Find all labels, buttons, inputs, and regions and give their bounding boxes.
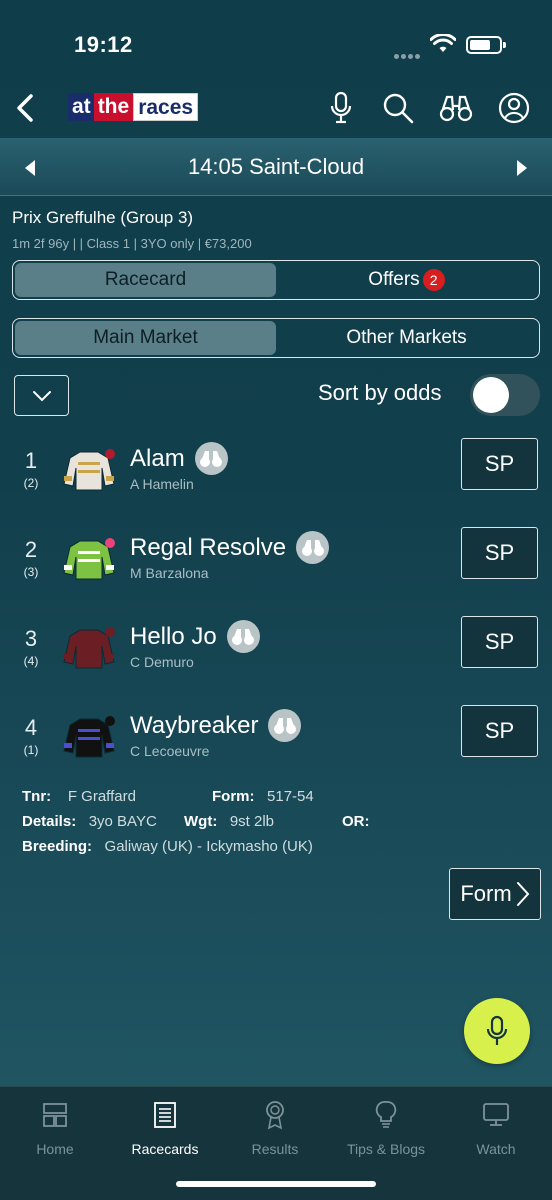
search-icon[interactable] [378, 88, 418, 128]
weight-row: Wgt: 9st 2lb [184, 813, 275, 830]
nav-racecards[interactable]: Racecards [110, 1099, 220, 1157]
odds-button[interactable]: SP [461, 616, 538, 668]
jockey-silk-icon [60, 711, 118, 761]
results-icon [220, 1099, 330, 1131]
tab-other-markets[interactable]: Other Markets [276, 321, 537, 355]
tv-icon [441, 1099, 551, 1131]
nav-watch[interactable]: Watch [441, 1099, 551, 1157]
jockey-name: M Barzalona [130, 565, 209, 581]
account-icon[interactable] [494, 88, 534, 128]
details-row: Details: 3yo BAYC [22, 813, 157, 830]
triangle-right-icon [517, 160, 527, 176]
runner-row[interactable]: 3 (4) Hello Jo C Demuro SP [0, 616, 552, 704]
binoculars-icon[interactable] [436, 88, 476, 128]
nav-results[interactable]: Results [220, 1099, 330, 1157]
trainer-row: Tnr: F Graffard [22, 788, 136, 805]
cellular-signal-icon [394, 46, 422, 64]
runner-number: 3 [24, 626, 38, 651]
runner-number: 1 [24, 448, 38, 473]
weight-value: 9st 2lb [229, 813, 275, 830]
race-selector-title[interactable]: 14:05 Saint-Cloud [0, 154, 552, 180]
or-row: OR: [342, 813, 370, 830]
details-value: 3yo BAYC [88, 813, 157, 830]
breeding-value: Galiway (UK) - Ickymasho (UK) [104, 838, 313, 855]
wifi-icon [429, 33, 457, 59]
jockey-name: C Lecoeuvre [130, 743, 210, 759]
runner-draw: (4) [23, 654, 39, 668]
jockey-name: C Demuro [130, 654, 194, 670]
back-button[interactable] [10, 92, 40, 124]
tab-racecard[interactable]: Racecard [15, 263, 276, 297]
battery-icon [466, 36, 506, 54]
sort-by-odds-toggle[interactable] [470, 374, 540, 416]
runner-draw: (1) [23, 743, 39, 757]
microphone-icon[interactable] [321, 88, 361, 128]
race-meta: 1m 2f 96y | | Class 1 | 3YO only | €73,2… [12, 236, 252, 251]
jockey-silk-icon [60, 533, 118, 583]
tab-offers[interactable]: Offers 2 [276, 263, 537, 297]
binoculars-icon[interactable] [268, 709, 302, 742]
horse-name[interactable]: Waybreaker [130, 712, 258, 740]
runner-row[interactable]: 1 (2) Alam A Hamelin SP [0, 438, 552, 526]
market-segmented-control: Main Market Other Markets [12, 318, 540, 358]
race-name: Prix Greffulhe (Group 3) [12, 208, 194, 227]
app-logo[interactable]: at the races [68, 93, 199, 121]
binoculars-icon[interactable] [194, 442, 228, 475]
binoculars-icon[interactable] [226, 620, 260, 653]
runner-number: 2 [24, 537, 38, 562]
horse-name-container: Alam [130, 442, 228, 475]
horse-name-container: Waybreaker [130, 709, 302, 742]
view-segmented-control: Racecard Offers 2 [12, 260, 540, 300]
odds-button[interactable]: SP [461, 527, 538, 579]
odds-button[interactable]: SP [461, 705, 538, 757]
lightbulb-icon [331, 1099, 441, 1131]
home-indicator [176, 1181, 376, 1187]
microphone-icon [486, 1015, 508, 1045]
voice-assistant-button[interactable] [464, 998, 530, 1064]
home-icon [0, 1099, 110, 1131]
nav-tips-blogs[interactable]: Tips & Blogs [331, 1099, 441, 1157]
horse-name[interactable]: Regal Resolve [130, 534, 286, 562]
nav-home[interactable]: Home [0, 1099, 110, 1157]
runner-draw: (2) [23, 476, 39, 490]
sort-by-odds-label: Sort by odds [318, 380, 442, 405]
runner-row[interactable]: 4 (1) Waybreaker C Lecoeuvre SP [0, 705, 552, 793]
runner-draw: (3) [23, 565, 39, 579]
trainer-value: F Graffard [67, 788, 136, 805]
breeding-row: Breeding: Galiway (UK) - Ickymasho (UK) [22, 838, 313, 855]
horse-name[interactable]: Hello Jo [130, 623, 217, 651]
tab-main-market[interactable]: Main Market [15, 321, 276, 355]
form-row: Form: 517-54 [212, 788, 314, 805]
expand-dropdown-button[interactable] [14, 375, 69, 416]
chevron-down-icon [32, 390, 51, 401]
offers-count-badge: 2 [422, 269, 445, 291]
horse-name-container: Regal Resolve [130, 531, 330, 564]
jockey-silk-icon [60, 622, 118, 672]
binoculars-icon[interactable] [296, 531, 330, 564]
jockey-silk-icon [60, 444, 118, 494]
form-button[interactable]: Form [449, 868, 541, 920]
form-value: 517-54 [267, 788, 314, 805]
runner-row[interactable]: 2 (3) Regal Resolve M Barzalona SP [0, 527, 552, 615]
chevron-left-icon [17, 94, 33, 122]
racecard-icon [110, 1099, 220, 1131]
horse-name[interactable]: Alam [130, 445, 185, 473]
status-time: 19:12 [74, 32, 133, 57]
runner-number: 4 [24, 715, 38, 740]
horse-name-container: Hello Jo [130, 620, 260, 653]
odds-button[interactable]: SP [461, 438, 538, 490]
jockey-name: A Hamelin [130, 476, 194, 492]
next-race-button[interactable] [512, 156, 532, 180]
chevron-right-icon [516, 882, 530, 906]
